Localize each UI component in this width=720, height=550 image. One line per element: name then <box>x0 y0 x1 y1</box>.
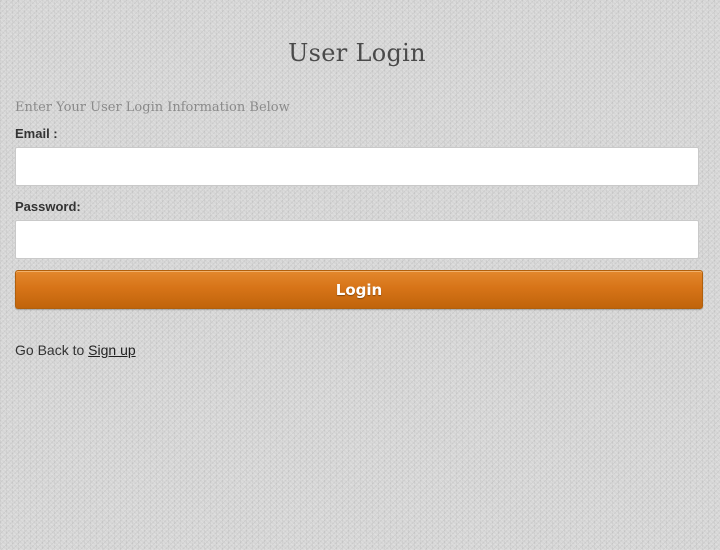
login-instructions: Enter Your User Login Information Below <box>15 100 290 115</box>
password-field[interactable] <box>15 220 699 259</box>
page-title: User Login <box>288 39 426 68</box>
signup-link[interactable]: Sign up <box>88 342 135 358</box>
login-button[interactable]: Login <box>15 270 703 309</box>
email-field[interactable] <box>15 147 699 186</box>
password-label: Password: <box>15 199 81 214</box>
login-form: Enter Your User Login Information Below … <box>15 98 703 359</box>
back-to-signup: Go Back to Sign up <box>15 341 703 359</box>
back-text: Go Back to <box>15 342 85 358</box>
email-label: Email : <box>15 126 58 141</box>
